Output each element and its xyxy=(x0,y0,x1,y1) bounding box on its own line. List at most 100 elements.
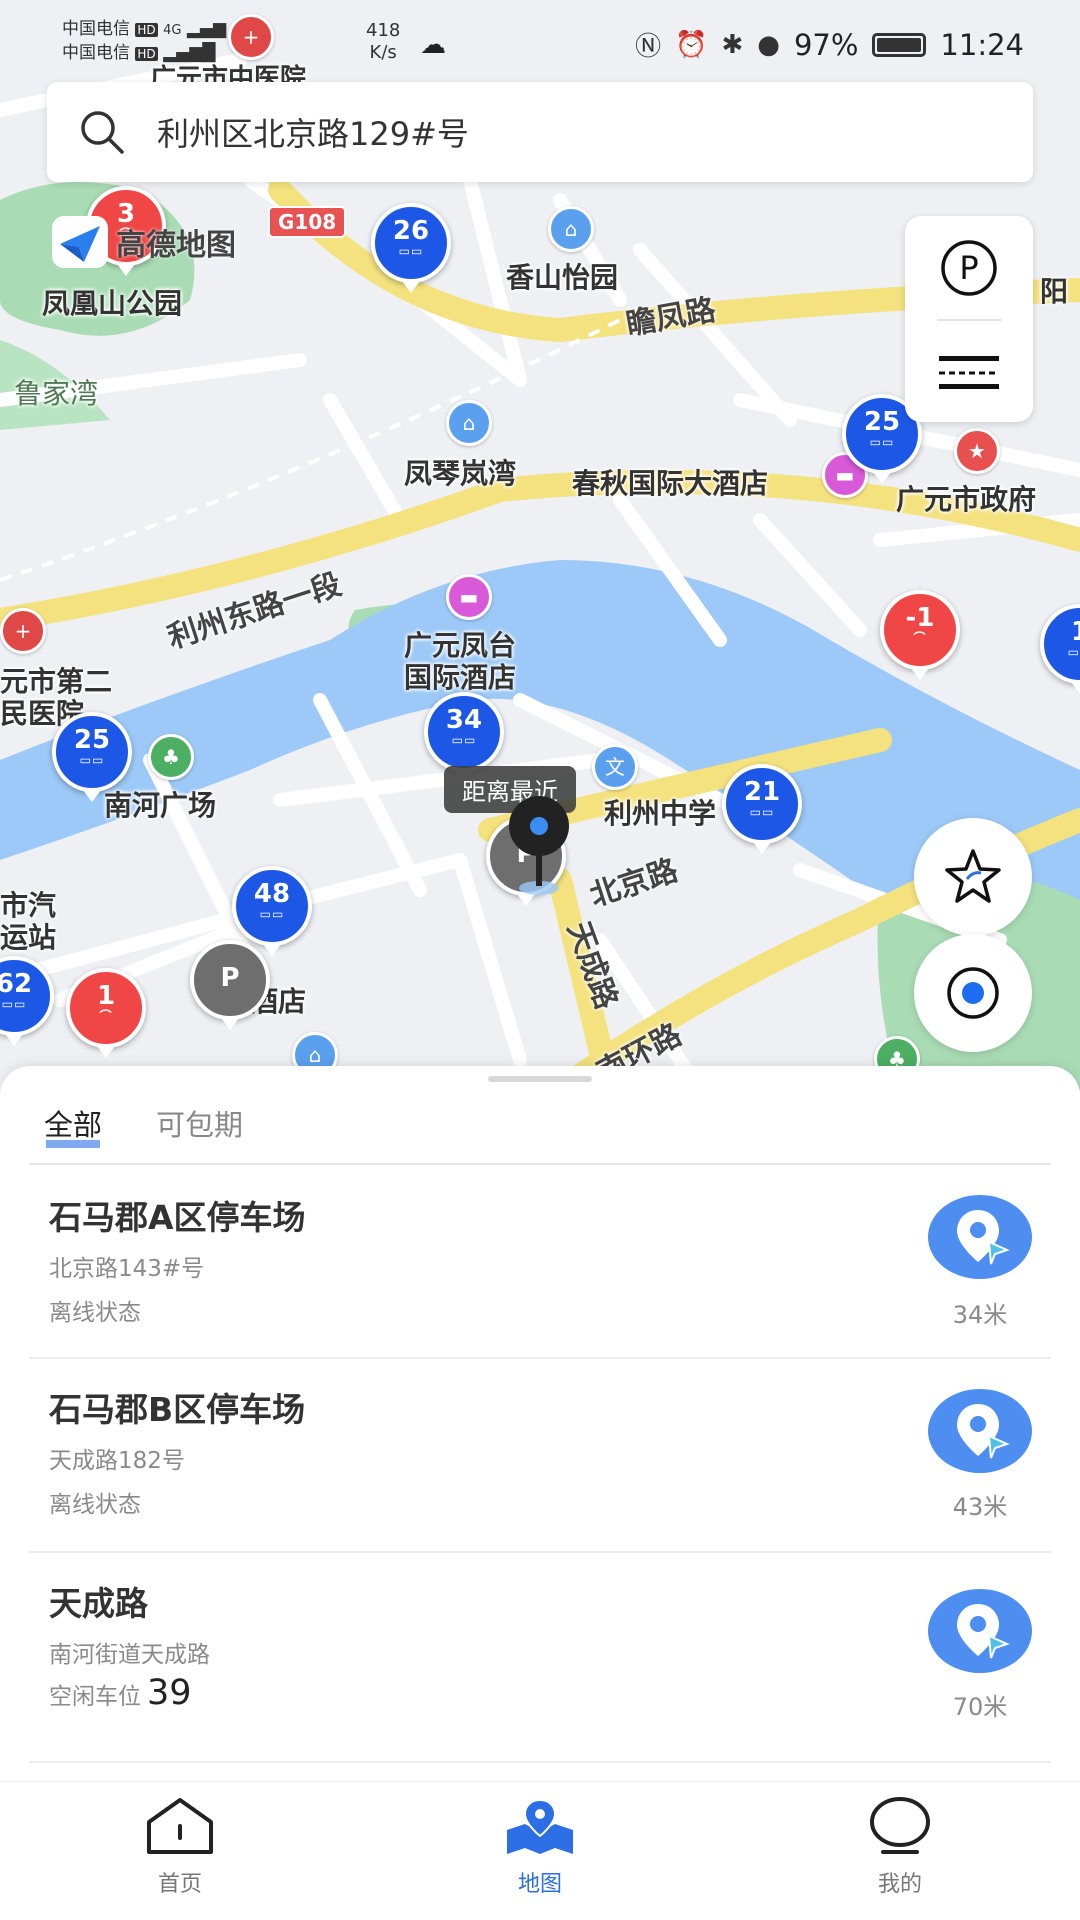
parking-name: 天成路 xyxy=(49,1584,148,1623)
nav-label: 地图 xyxy=(517,1872,562,1897)
parking-pin[interactable]: 25 ▭▭ xyxy=(52,712,132,802)
parking-pin[interactable]: 21 ▭▭ xyxy=(722,764,802,854)
parking-pin[interactable]: 26 ▭▭ xyxy=(371,203,451,293)
parking-name: 石马郡A区停车场 xyxy=(49,1198,306,1237)
status-bar: 中国电信 HD 4G ▂▄▆ 中国电信 HD ▂▄▆█ 418 K/s ☁ Ⓝ … xyxy=(0,0,1080,80)
parking-pin-count: 1 xyxy=(96,981,116,1011)
parking-list-sheet: 全部 可包期 石马郡A区停车场 北京路143#号 离线状态 34米 石马郡B区停… xyxy=(0,1066,1080,1781)
map-label-residence: 凤琴岚湾 xyxy=(404,457,517,490)
map-label-government: 广元市政府 xyxy=(896,483,1037,516)
map-controls: P xyxy=(905,216,1033,422)
parking-distance: 70米 xyxy=(952,1693,1008,1721)
availability-label: 空闲车位 xyxy=(49,1684,141,1710)
search-icon xyxy=(47,108,157,156)
parking-address: 南河街道天成路 xyxy=(49,1642,210,1668)
nav-map[interactable]: 地图 xyxy=(440,1796,640,1898)
parking-pin-letter: P xyxy=(220,963,240,993)
parking-pin-count: 48 xyxy=(253,879,291,909)
parking-pin-count: 34 xyxy=(445,705,483,735)
road-layer-icon xyxy=(939,356,999,389)
parking-icon: P xyxy=(941,240,997,296)
parking-pin-full[interactable]: 1 ⌒ xyxy=(66,968,146,1058)
battery-percent: 97% xyxy=(793,27,859,62)
filter-tabs: 全部 可包期 xyxy=(44,1102,243,1150)
parking-pin-full[interactable]: -1 ⌒ xyxy=(880,590,960,680)
map-label-partial: 阳 xyxy=(1040,275,1069,308)
parking-pin-count: -1 xyxy=(905,603,935,633)
search-input[interactable]: 利州区北京路129#号 xyxy=(157,109,469,155)
map-provider-logo: 高德地图 xyxy=(50,214,236,270)
navigate-button[interactable] xyxy=(928,1195,1032,1279)
nav-label: 我的 xyxy=(877,1872,922,1897)
parking-pin-count: 21 xyxy=(743,777,781,807)
parking-distance: 43米 xyxy=(952,1493,1008,1521)
tab-all[interactable]: 全部 xyxy=(44,1102,102,1150)
residence-icon[interactable]: ⌂ xyxy=(446,400,492,446)
wechat-icon: ☁ xyxy=(420,30,446,60)
nfc-icon: Ⓝ xyxy=(635,32,662,62)
home-icon xyxy=(147,1798,213,1854)
parking-pin-marker: ▭▭ xyxy=(79,753,105,767)
carrier-name: 中国电信 xyxy=(62,19,130,39)
navigate-pin-icon xyxy=(957,1404,1010,1459)
available-spots: 39 xyxy=(147,1673,192,1713)
parking-pin-count: 25 xyxy=(73,725,111,755)
nav-label: 首页 xyxy=(157,1872,202,1897)
sheet-handle[interactable] xyxy=(488,1076,592,1082)
map-label-hotel: 国际酒店 xyxy=(404,661,517,694)
hotel-icon[interactable]: ▬ xyxy=(446,574,492,620)
map-label-bus-station: 运站 xyxy=(0,921,57,954)
speed-unit: K/s xyxy=(369,42,397,63)
parking-list-item[interactable]: 天成路 南河街道天成路 空闲车位 39 70米 xyxy=(29,1553,1051,1763)
parking-pin[interactable]: 48 ▭▭ xyxy=(232,866,312,956)
location-marker-icon xyxy=(504,796,574,900)
locate-icon xyxy=(947,967,999,1019)
parking-pin-marker: ▭▭ xyxy=(749,805,775,819)
parking-address: 北京路143#号 xyxy=(49,1256,205,1282)
location-icon: ● xyxy=(757,29,780,60)
clock: 11:24 xyxy=(940,27,1024,62)
park-icon[interactable]: ♣ xyxy=(148,734,194,780)
residence-icon[interactable]: ⌂ xyxy=(548,206,594,252)
hd-badge: HD xyxy=(135,47,158,61)
traffic-layer-button[interactable] xyxy=(933,348,1005,402)
network-speed: 418 K/s xyxy=(366,20,400,64)
amap-logo-icon xyxy=(52,216,108,268)
parking-list-item[interactable]: 石马郡A区停车场 北京路143#号 离线状态 34米 xyxy=(29,1165,1051,1359)
parking-pin-marker: ▭▭ xyxy=(1,997,27,1011)
parking-pin[interactable]: 34 ▭▭ xyxy=(424,692,504,782)
parking-pin-count: 62 xyxy=(0,969,33,999)
parking-pin-count: 1 xyxy=(1044,618,1080,646)
divider xyxy=(937,319,1001,321)
tab-monthly[interactable]: 可包期 xyxy=(156,1102,243,1150)
parking-status: 离线状态 xyxy=(49,1300,141,1326)
parking-layer-button[interactable]: P xyxy=(929,238,1009,302)
signal-icon: ▂▄▆█ xyxy=(163,43,216,63)
carrier-name: 中国电信 xyxy=(62,43,130,63)
hospital-icon[interactable]: + xyxy=(0,608,46,654)
navigate-button[interactable] xyxy=(928,1589,1032,1673)
school-icon[interactable]: 文 xyxy=(592,744,638,790)
government-star-icon[interactable]: ★ xyxy=(954,428,1000,474)
nav-home[interactable]: 首页 xyxy=(80,1796,280,1898)
alarm-icon: ⏰ xyxy=(675,29,708,60)
search-bar[interactable]: 利州区北京路129#号 xyxy=(47,82,1033,182)
navigate-button[interactable] xyxy=(928,1389,1032,1473)
parking-pin-offline[interactable]: P xyxy=(190,940,270,1030)
parking-pin-count: 26 xyxy=(392,216,430,246)
map-label-hotel: 春秋国际大酒店 xyxy=(572,467,769,500)
parking-pin-marker: ▭▭ xyxy=(1067,645,1080,659)
favorite-button[interactable] xyxy=(914,818,1032,936)
network-type: 4G xyxy=(163,23,182,38)
bluetooth-icon: ✱ xyxy=(721,29,744,60)
map-label-park: 凤凰山公园 xyxy=(42,287,183,320)
navigate-pin-icon xyxy=(957,1604,1010,1659)
parking-distance: 34米 xyxy=(952,1301,1008,1329)
nav-profile[interactable]: 我的 xyxy=(800,1796,1000,1898)
highway-badge: G108 xyxy=(268,206,347,238)
parking-pin-marker: ▭▭ xyxy=(398,244,424,258)
locate-button[interactable] xyxy=(914,934,1032,1052)
parking-list-item[interactable]: 石马郡B区停车场 天成路182号 离线状态 43米 xyxy=(29,1359,1051,1553)
navigate-pin-icon xyxy=(957,1210,1010,1265)
map-label-residence: 香山怡园 xyxy=(506,261,619,294)
